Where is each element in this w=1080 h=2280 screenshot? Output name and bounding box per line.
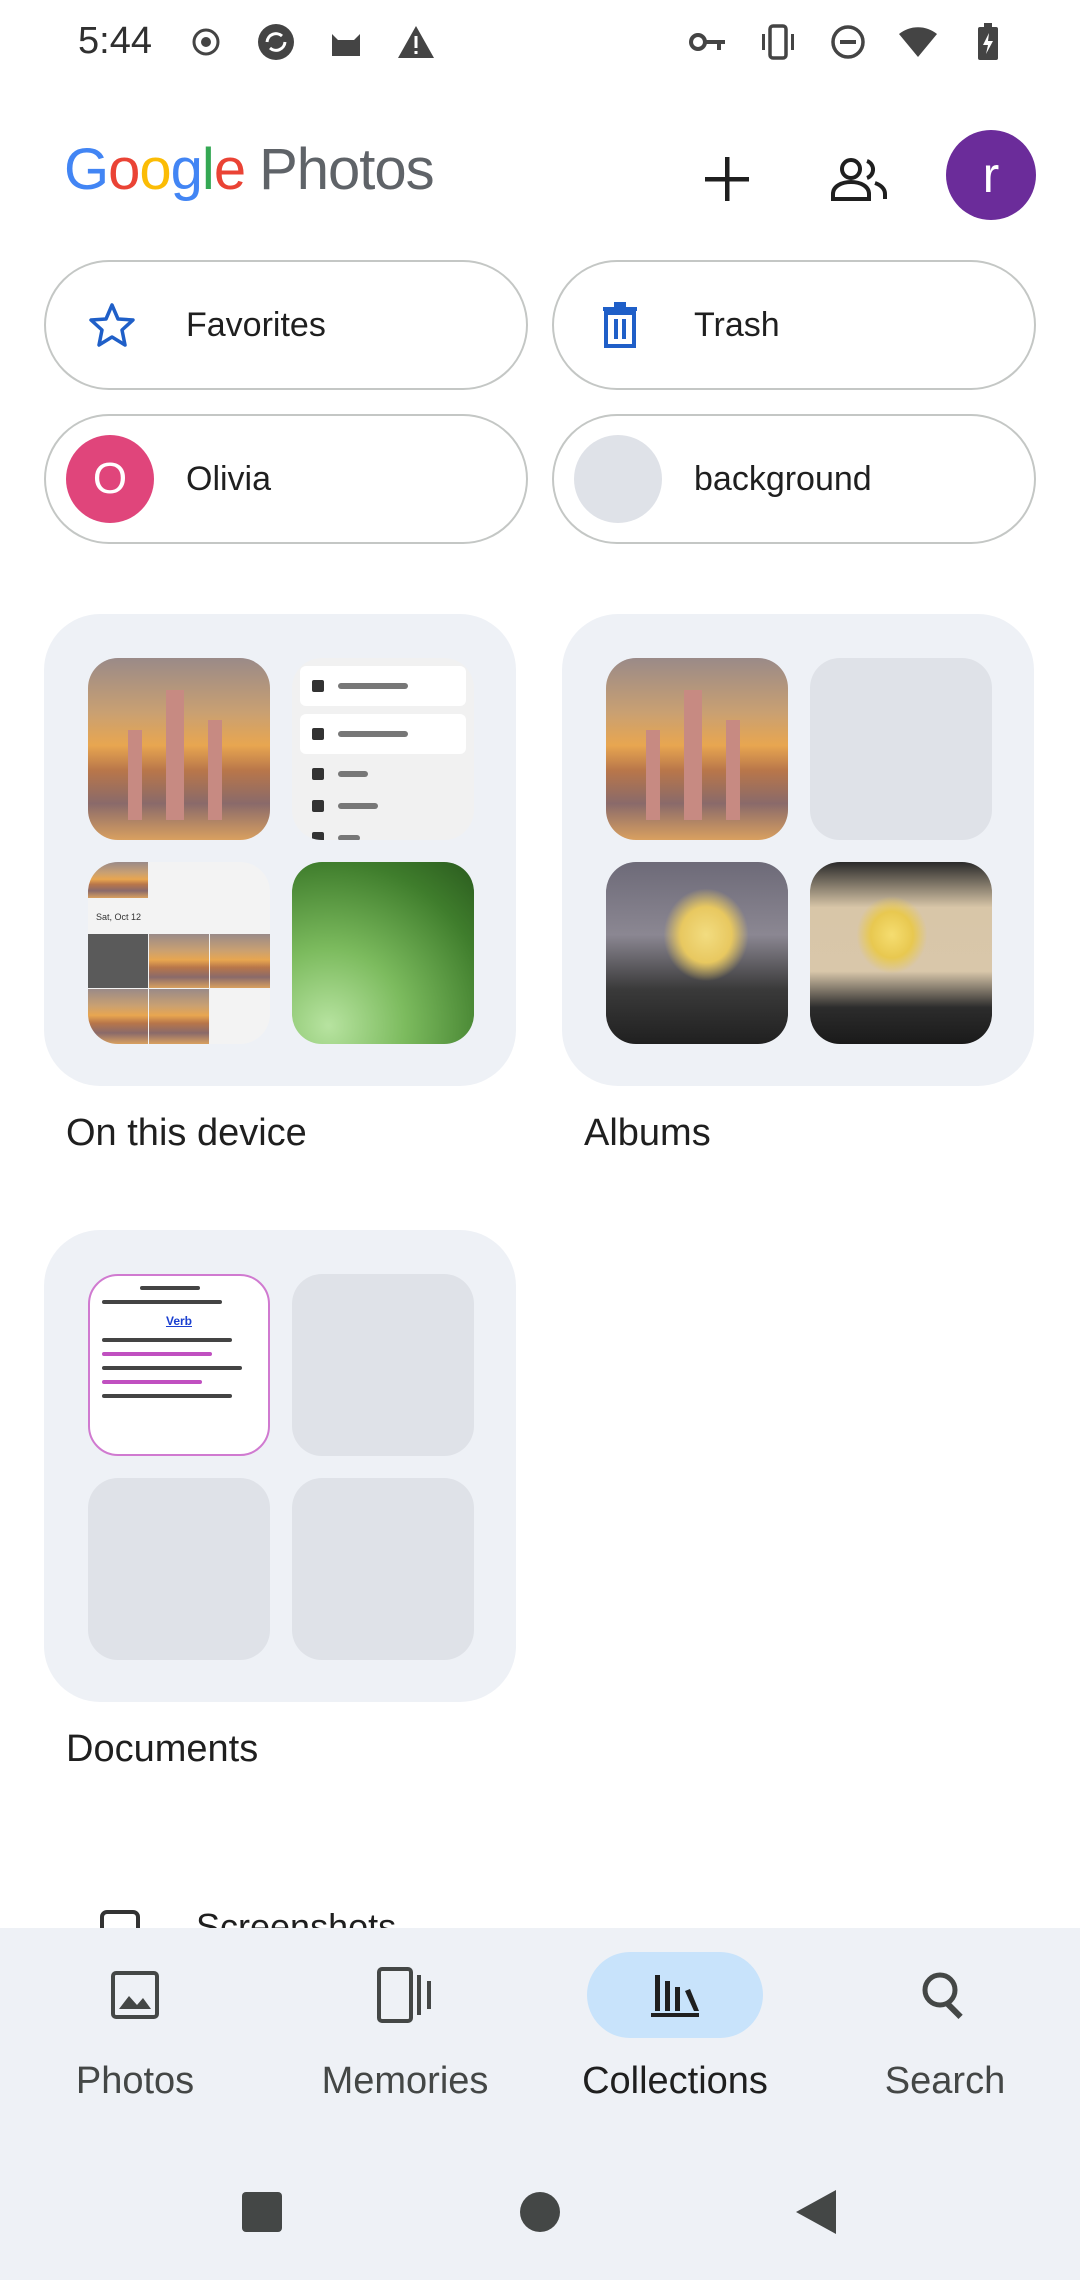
chip-trash[interactable]: Trash [552, 260, 1036, 390]
chip-person-olivia[interactable]: O Olivia [44, 414, 528, 544]
nav-photos[interactable]: Photos [0, 1952, 270, 2132]
vibrate-icon [758, 22, 798, 62]
vpn-key-icon [688, 22, 728, 62]
wifi-icon [898, 22, 938, 62]
bottom-navigation: Photos Memories Collections Search [0, 1928, 1080, 2140]
nav-label: Memories [321, 2060, 489, 2102]
status-left-icons [186, 22, 436, 62]
nav-memories[interactable]: Memories [270, 1952, 540, 2132]
battery-charging-icon [968, 22, 1008, 62]
account-avatar[interactable]: r [946, 130, 1036, 220]
nav-collections[interactable]: Collections [540, 1952, 810, 2132]
thumbnail-placeholder [810, 658, 992, 840]
person-avatar [574, 435, 662, 523]
sharing-button[interactable] [814, 134, 904, 224]
thumbnail-image [606, 658, 788, 840]
sync-icon [256, 22, 296, 62]
chip-label: Olivia [186, 459, 272, 498]
search-icon [857, 1952, 1033, 2038]
app-header: Google Photos r [0, 130, 1080, 230]
thumbnail-image [810, 862, 992, 1044]
nav-label: Search [884, 2060, 1006, 2102]
triangle-back-icon [796, 2190, 836, 2234]
thumbnail-screenshot [292, 658, 474, 840]
collection-title: Documents [66, 1728, 259, 1770]
chip-label: Favorites [186, 305, 326, 344]
google-photos-logo: Google Photos [64, 137, 435, 202]
collection-title: On this device [66, 1112, 307, 1154]
thumbnail-image [88, 658, 270, 840]
thumbnail-placeholder [88, 1478, 270, 1660]
memories-icon [317, 1952, 493, 2038]
collection-on-this-device[interactable]: Sat, Oct 12 [44, 614, 516, 1086]
nav-label: Collections [582, 2060, 768, 2102]
thumbnail-document: Verb [88, 1274, 270, 1456]
collection-documents[interactable]: Verb [44, 1230, 516, 1702]
add-button[interactable] [682, 134, 772, 224]
chip-favorites[interactable]: Favorites [44, 260, 528, 390]
home-button[interactable] [510, 2182, 570, 2242]
chip-person-background[interactable]: background [552, 414, 1036, 544]
cat-icon [326, 22, 366, 62]
person-avatar: O [66, 435, 154, 523]
collection-title: Albums [584, 1112, 711, 1154]
star-icon [80, 293, 144, 357]
thumbnail-image [292, 862, 474, 1044]
status-right-icons [688, 22, 1008, 62]
warning-icon [396, 22, 436, 62]
collection-albums[interactable] [562, 614, 1034, 1086]
trash-icon [588, 293, 652, 357]
thumbnail-placeholder [292, 1274, 474, 1456]
logo-photos-text: Photos [259, 137, 435, 202]
collections-icon [587, 1952, 763, 2038]
recents-button[interactable] [232, 2182, 292, 2242]
thumbnail-placeholder [292, 1478, 474, 1660]
do-not-disturb-icon [828, 22, 868, 62]
square-icon [242, 2192, 282, 2232]
thumbnail-screenshot: Sat, Oct 12 [88, 862, 270, 1044]
photo-icon [47, 1952, 223, 2038]
status-time: 5:44 [78, 20, 152, 62]
thumbnail-image [606, 862, 788, 1044]
nav-label: Photos [75, 2060, 195, 2102]
system-navigation-bar [0, 2140, 1080, 2280]
chip-label: Trash [694, 305, 780, 344]
record-icon [186, 22, 226, 62]
nav-search[interactable]: Search [810, 1952, 1080, 2132]
plus-icon [705, 157, 749, 201]
circle-icon [520, 2192, 560, 2232]
status-bar: 5:44 [0, 0, 1080, 88]
people-icon [831, 158, 887, 201]
back-button[interactable] [786, 2182, 846, 2242]
chip-label: background [694, 459, 872, 498]
